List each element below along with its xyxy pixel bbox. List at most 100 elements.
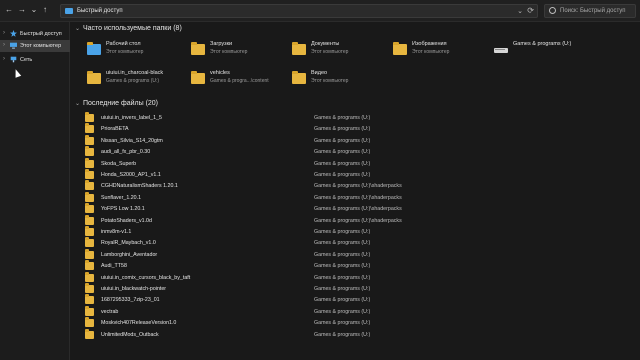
file-location: Games & programs (U:)	[314, 320, 371, 327]
file-row[interactable]: PrioraBETA Games & programs (U:)	[85, 123, 625, 135]
file-row[interactable]: 1687295333_7zip-23_01 Games & programs (U…	[85, 294, 625, 306]
folder-icon	[85, 328, 94, 339]
expand-icon[interactable]: ›	[3, 56, 5, 62]
recent-locations-button[interactable]: ⌄	[29, 5, 39, 15]
folder-icon	[85, 180, 94, 191]
desktop-folder-icon	[87, 40, 101, 58]
file-row[interactable]: CGHDNaturalismShaders 1.20.1 Games & prog…	[85, 180, 625, 192]
sidebar-item-network[interactable]: › Сеть	[0, 54, 70, 66]
file-location: Games & programs (U:)	[314, 251, 371, 258]
collapse-icon: ⌄	[75, 101, 81, 107]
file-location: Games & programs (U:)	[314, 160, 371, 167]
tile-downloads[interactable]: Загрузки Этот компьютер	[191, 38, 301, 62]
back-button[interactable]: ←	[4, 5, 14, 15]
file-row[interactable]: Lamborghini_Aventador Games & programs (U…	[85, 248, 625, 261]
recent-files-header[interactable]: ⌄ Последние файлы (20)	[75, 100, 158, 107]
tile-name: Загрузки	[210, 41, 233, 47]
file-location: Games & programs (U:)	[314, 126, 371, 133]
file-name: Skoda_Superb	[101, 160, 137, 167]
downloads-folder-icon	[191, 40, 205, 58]
tile-location: Этот компьютер	[106, 49, 144, 55]
file-row[interactable]: UnlimitedMods_Outback Games & programs (U…	[85, 328, 625, 341]
file-name: Lamborghini_Aventador	[101, 251, 158, 258]
folder-icon	[85, 271, 94, 282]
folder-icon	[85, 191, 94, 202]
forward-button[interactable]: →	[17, 5, 27, 15]
tile-charcoal-black[interactable]: uiuiui.in_charcoal-black Games & program…	[87, 67, 197, 91]
frequent-folders-header[interactable]: ⌄ Часто используемые папки (8)	[75, 25, 182, 32]
tile-pictures[interactable]: Изображения Этот компьютер	[393, 38, 503, 62]
up-button[interactable]: ↑	[40, 5, 50, 15]
folder-icon	[85, 237, 94, 248]
search-icon	[549, 7, 556, 14]
sidebar-item-this-pc[interactable]: › Этот компьютер	[0, 40, 70, 52]
file-location: Games & programs (U:)	[314, 137, 371, 144]
file-row[interactable]: YoFPS Low 1.20.1 Games & programs (U:)\sh…	[85, 203, 625, 215]
tile-location: Этот компьютер	[311, 49, 349, 55]
file-name: Honda_S2000_AP1_v1.1	[101, 172, 161, 178]
file-name: uiuiui.in_invers_label_1_5	[101, 115, 162, 121]
file-name: inmv8m-v1.1	[101, 229, 132, 235]
file-location: Games & programs (U:)	[314, 240, 371, 247]
folder-icon	[85, 226, 94, 236]
folder-icon	[85, 157, 94, 168]
sidebar-item-quick-access[interactable]: › Быстрый доступ	[0, 28, 70, 40]
tile-name: Видео	[311, 70, 328, 76]
folder-icon	[85, 305, 94, 316]
search-input[interactable]: Поиск: Быстрый доступ	[544, 4, 636, 18]
network-icon	[10, 56, 17, 63]
file-row[interactable]: vectrab Games & programs (U:)	[85, 305, 625, 318]
tile-name: Рабочий стол	[106, 41, 141, 47]
tile-location: Этот компьютер	[210, 49, 248, 55]
folder-icon	[85, 214, 94, 225]
expand-icon[interactable]: ›	[3, 30, 5, 36]
file-location: Games & programs (U:)	[314, 263, 371, 270]
tile-name: vehicles	[210, 70, 230, 76]
file-row[interactable]: Sunflaver_1.20.1 Games & programs (U:)\sh…	[85, 191, 625, 204]
file-name: Audi_TT58	[101, 263, 127, 270]
file-row[interactable]: Skoda_Superb Games & programs (U:)	[85, 157, 625, 170]
file-location: Games & programs (U:)	[314, 229, 371, 235]
file-location: Games & programs (U:)	[314, 274, 371, 281]
sidebar-item-label: Быстрый доступ	[20, 31, 62, 37]
tile-vehicles[interactable]: vehicles Games & progra...\content	[191, 67, 301, 91]
file-row[interactable]: uiuiui.in_comix_cursors_black_by_taft Gam…	[85, 271, 625, 284]
folder-icon	[191, 69, 205, 87]
computer-icon	[10, 42, 17, 49]
address-path: Быстрый доступ	[77, 8, 123, 14]
file-row[interactable]: inmv8m-v1.1 Games & programs (U:)	[85, 226, 625, 238]
file-row[interactable]: RoyalR_Maybach_v1.0 Games & programs (U:)	[85, 237, 625, 249]
drive-icon	[494, 48, 508, 53]
tile-location: Games & progra...\content	[210, 78, 269, 84]
tile-drive-u[interactable]: Games & programs (U:)	[494, 38, 604, 62]
folder-icon	[85, 317, 94, 328]
tile-videos[interactable]: Видео Этот компьютер	[292, 67, 402, 91]
folder-icon	[85, 169, 94, 179]
navigation-pane: › Быстрый доступ › Этот компьютер › Сеть	[0, 22, 70, 360]
file-location: Games & programs (U:)	[314, 149, 371, 156]
file-name: RoyalR_Maybach_v1.0	[101, 240, 156, 247]
file-row[interactable]: PotatoShaders_v1.0d Games & programs (U:)…	[85, 214, 625, 227]
tile-name: Документы	[311, 41, 340, 47]
tile-documents[interactable]: Документы Этот компьютер	[292, 38, 402, 62]
expand-icon[interactable]: ›	[3, 42, 5, 48]
file-row[interactable]: uiuiui.in_blackwatch-pointer Games & prog…	[85, 283, 625, 295]
refresh-button[interactable]: ⟳	[527, 6, 534, 15]
file-row[interactable]: Audi_TT58 Games & programs (U:)	[85, 260, 625, 272]
file-name: audi_all_fx_pbr_0.30	[101, 149, 151, 156]
folder-icon	[85, 294, 94, 305]
file-row[interactable]: audi_all_fx_pbr_0.30 Games & programs (U:…	[85, 146, 625, 158]
collapse-icon: ⌄	[75, 26, 81, 32]
folder-icon	[85, 283, 94, 293]
address-bar[interactable]: Быстрый доступ ⌄ ⟳	[60, 4, 538, 18]
address-dropdown-button[interactable]: ⌄	[517, 7, 523, 15]
file-row[interactable]: Honda_S2000_AP1_v1.1 Games & programs (U:…	[85, 169, 625, 181]
tile-location: Games & programs (U:)	[106, 78, 160, 84]
file-row[interactable]: Moskvich407ReleaseVersion1.0 Games & prog…	[85, 317, 625, 329]
folder-icon	[85, 112, 94, 122]
file-row[interactable]: uiuiui.in_invers_label_1_5 Games & progra…	[85, 112, 625, 124]
quick-access-icon	[65, 8, 73, 14]
search-placeholder: Поиск: Быстрый доступ	[560, 8, 626, 14]
file-row[interactable]: Nissan_Silvia_S14_20gtm Games & programs …	[85, 134, 625, 147]
tile-desktop[interactable]: Рабочий стол Этот компьютер	[87, 38, 197, 62]
